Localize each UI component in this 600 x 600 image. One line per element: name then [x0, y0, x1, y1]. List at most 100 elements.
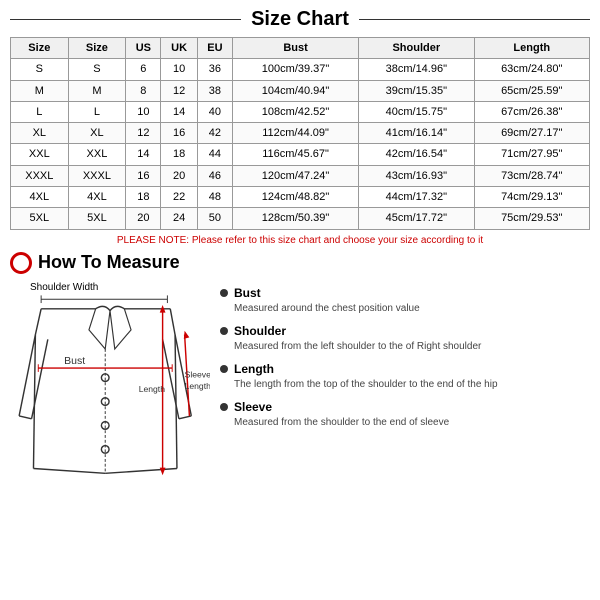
table-cell: XXXL: [68, 165, 126, 186]
table-cell: 4XL: [68, 187, 126, 208]
table-row: XLXL121642112cm/44.09"41cm/16.14"69cm/27…: [11, 123, 590, 144]
measure-item-desc: The length from the top of the shoulder …: [234, 378, 498, 392]
table-body: SS61036100cm/39.37"38cm/14.96"63cm/24.80…: [11, 59, 590, 229]
table-header-cell: Bust: [233, 38, 359, 59]
measure-item-title: Length: [234, 362, 498, 376]
table-cell: 73cm/28.74": [474, 165, 589, 186]
table-cell: 104cm/40.94": [233, 80, 359, 101]
table-cell: 10: [161, 59, 197, 80]
table-cell: 116cm/45.67": [233, 144, 359, 165]
table-cell: 38cm/14.96": [359, 59, 474, 80]
table-cell: M: [11, 80, 69, 101]
table-cell: 16: [126, 165, 161, 186]
table-cell: 24: [161, 208, 197, 229]
measure-item-desc: Measured from the shoulder to the end of…: [234, 416, 449, 430]
table-cell: XXXL: [11, 165, 69, 186]
measure-item-desc: Measured around the chest position value: [234, 302, 420, 316]
table-cell: 75cm/29.53": [474, 208, 589, 229]
table-cell: L: [68, 101, 126, 122]
how-to-measure-title: How To Measure: [38, 252, 180, 273]
title-row: Size Chart: [10, 8, 590, 31]
table-cell: 40cm/15.75": [359, 101, 474, 122]
size-table: SizeSizeUSUKEUBustShoulderLength SS61036…: [10, 37, 590, 230]
table-cell: M: [68, 80, 126, 101]
table-cell: 71cm/27.95": [474, 144, 589, 165]
table-header-cell: UK: [161, 38, 197, 59]
table-cell: 44: [197, 144, 232, 165]
table-cell: 36: [197, 59, 232, 80]
jacket-diagram: Shoulder Width: [10, 282, 210, 505]
table-cell: 10: [126, 101, 161, 122]
table-cell: 41cm/16.14": [359, 123, 474, 144]
title-line-left: [10, 19, 241, 20]
table-cell: 39cm/15.35": [359, 80, 474, 101]
table-cell: XXL: [68, 144, 126, 165]
table-cell: 46: [197, 165, 232, 186]
table-cell: 67cm/26.38": [474, 101, 589, 122]
shoulder-width-label: Shoulder Width: [30, 282, 98, 293]
table-cell: 8: [126, 80, 161, 101]
table-cell: 112cm/44.09": [233, 123, 359, 144]
table-row: 4XL4XL182248124cm/48.82"44cm/17.32"74cm/…: [11, 187, 590, 208]
table-cell: S: [68, 59, 126, 80]
table-cell: 43cm/16.93": [359, 165, 474, 186]
table-cell: 63cm/24.80": [474, 59, 589, 80]
measure-item-content: Sleeve Measured from the shoulder to the …: [234, 400, 449, 430]
measure-section: Shoulder Width: [10, 282, 590, 505]
measure-item-title: Sleeve: [234, 400, 449, 414]
table-cell: 20: [126, 208, 161, 229]
table-header-cell: Size: [68, 38, 126, 59]
measure-item-desc: Measured from the left shoulder to the o…: [234, 340, 481, 354]
table-cell: 12: [126, 123, 161, 144]
table-row: XXLXXL141844116cm/45.67"42cm/16.54"71cm/…: [11, 144, 590, 165]
svg-text:Length: Length: [185, 381, 210, 391]
measure-item-title: Shoulder: [234, 324, 481, 338]
table-cell: 18: [161, 144, 197, 165]
table-cell: 18: [126, 187, 161, 208]
table-cell: 74cm/29.13": [474, 187, 589, 208]
table-cell: 108cm/42.52": [233, 101, 359, 122]
table-header-cell: Size: [11, 38, 69, 59]
circle-icon: [10, 252, 32, 274]
table-row: 5XL5XL202450128cm/50.39"45cm/17.72"75cm/…: [11, 208, 590, 229]
how-to-measure-title-row: How To Measure: [10, 252, 590, 274]
table-cell: 4XL: [11, 187, 69, 208]
table-header-cell: US: [126, 38, 161, 59]
table-row: XXXLXXXL162046120cm/47.24"43cm/16.93"73c…: [11, 165, 590, 186]
table-header-cell: Length: [474, 38, 589, 59]
table-header-cell: EU: [197, 38, 232, 59]
table-cell: 50: [197, 208, 232, 229]
page-container: Size Chart SizeSizeUSUKEUBustShoulderLen…: [0, 0, 600, 600]
measure-item: Sleeve Measured from the shoulder to the …: [220, 400, 590, 430]
measure-item-content: Shoulder Measured from the left shoulder …: [234, 324, 481, 354]
table-row: LL101440108cm/42.52"40cm/15.75"67cm/26.3…: [11, 101, 590, 122]
measure-item-title: Bust: [234, 286, 420, 300]
measure-item-content: Bust Measured around the chest position v…: [234, 286, 420, 316]
bullet-icon: [220, 365, 228, 373]
measure-item: Bust Measured around the chest position v…: [220, 286, 590, 316]
table-cell: 6: [126, 59, 161, 80]
table-cell: 12: [161, 80, 197, 101]
table-cell: L: [11, 101, 69, 122]
jacket-svg: Bust Sleeve Length Length: [10, 282, 210, 502]
table-row: MM81238104cm/40.94"39cm/15.35"65cm/25.59…: [11, 80, 590, 101]
table-cell: XL: [68, 123, 126, 144]
page-title: Size Chart: [251, 8, 349, 31]
bullet-icon: [220, 403, 228, 411]
table-cell: XXL: [11, 144, 69, 165]
table-header-cell: Shoulder: [359, 38, 474, 59]
table-cell: 48: [197, 187, 232, 208]
table-cell: 14: [126, 144, 161, 165]
svg-text:Length: Length: [139, 384, 166, 394]
table-cell: 5XL: [11, 208, 69, 229]
table-cell: 22: [161, 187, 197, 208]
measure-item: Length The length from the top of the sho…: [220, 362, 590, 392]
table-header-row: SizeSizeUSUKEUBustShoulderLength: [11, 38, 590, 59]
table-cell: 45cm/17.72": [359, 208, 474, 229]
measure-item-content: Length The length from the top of the sho…: [234, 362, 498, 392]
table-cell: 100cm/39.37": [233, 59, 359, 80]
table-cell: 42cm/16.54": [359, 144, 474, 165]
table-cell: 44cm/17.32": [359, 187, 474, 208]
bullet-icon: [220, 327, 228, 335]
measure-descriptions: Bust Measured around the chest position v…: [220, 282, 590, 505]
